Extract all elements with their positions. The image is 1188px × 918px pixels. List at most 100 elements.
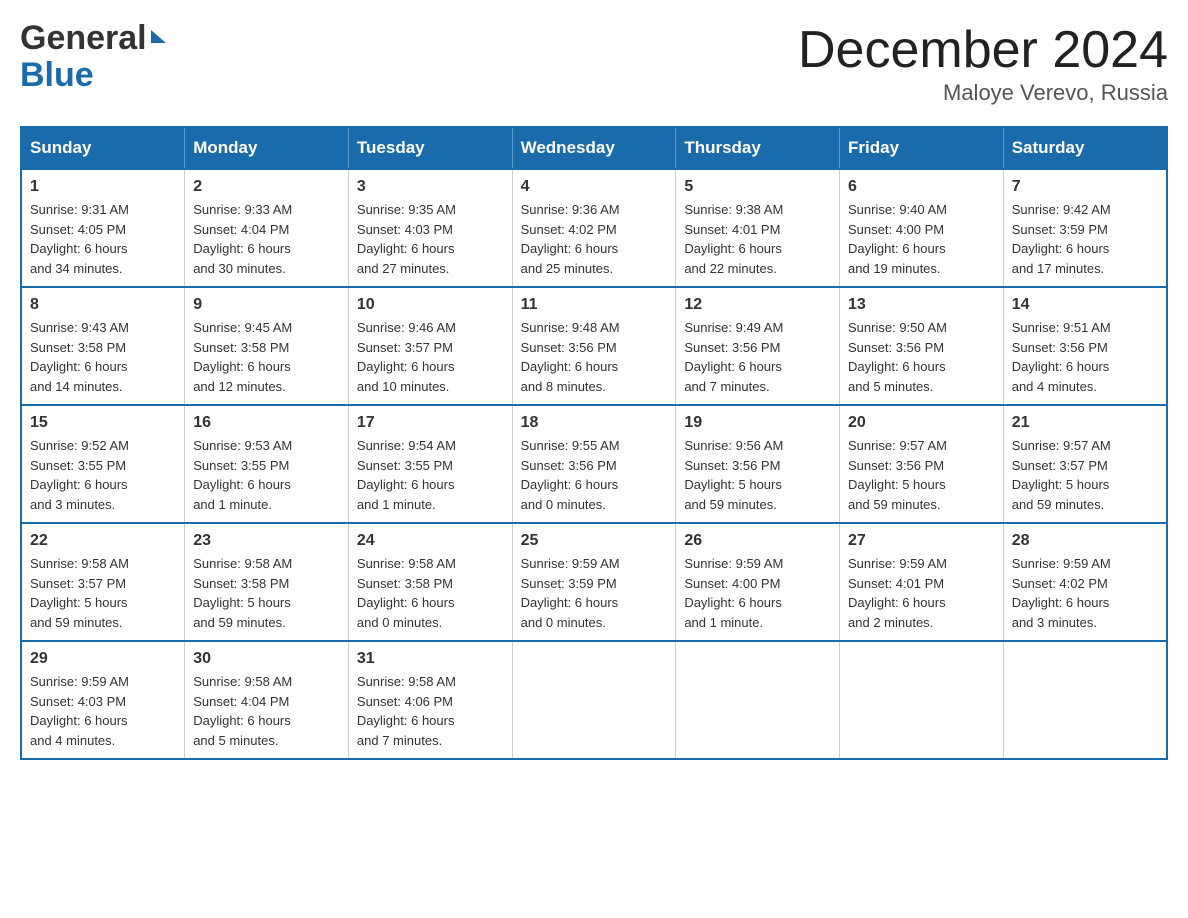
calendar-cell: 6 Sunrise: 9:40 AMSunset: 4:00 PMDayligh… <box>840 169 1004 287</box>
calendar-cell: 5 Sunrise: 9:38 AMSunset: 4:01 PMDayligh… <box>676 169 840 287</box>
day-info: Sunrise: 9:57 AMSunset: 3:56 PMDaylight:… <box>848 436 995 514</box>
calendar-cell <box>512 641 676 759</box>
calendar-cell: 30 Sunrise: 9:58 AMSunset: 4:04 PMDaylig… <box>185 641 349 759</box>
calendar-week-4: 22 Sunrise: 9:58 AMSunset: 3:57 PMDaylig… <box>21 523 1167 641</box>
day-number: 26 <box>684 532 831 550</box>
calendar-cell: 2 Sunrise: 9:33 AMSunset: 4:04 PMDayligh… <box>185 169 349 287</box>
calendar-cell: 7 Sunrise: 9:42 AMSunset: 3:59 PMDayligh… <box>1003 169 1167 287</box>
calendar-week-5: 29 Sunrise: 9:59 AMSunset: 4:03 PMDaylig… <box>21 641 1167 759</box>
day-number: 16 <box>193 414 340 432</box>
col-header-thursday: Thursday <box>676 127 840 169</box>
day-info: Sunrise: 9:45 AMSunset: 3:58 PMDaylight:… <box>193 318 340 396</box>
calendar-cell: 17 Sunrise: 9:54 AMSunset: 3:55 PMDaylig… <box>348 405 512 523</box>
day-info: Sunrise: 9:33 AMSunset: 4:04 PMDaylight:… <box>193 200 340 278</box>
day-number: 27 <box>848 532 995 550</box>
day-number: 31 <box>357 650 504 668</box>
day-number: 9 <box>193 296 340 314</box>
day-info: Sunrise: 9:57 AMSunset: 3:57 PMDaylight:… <box>1012 436 1158 514</box>
location: Maloye Verevo, Russia <box>798 80 1168 106</box>
calendar-cell: 10 Sunrise: 9:46 AMSunset: 3:57 PMDaylig… <box>348 287 512 405</box>
col-header-wednesday: Wednesday <box>512 127 676 169</box>
calendar-cell: 18 Sunrise: 9:55 AMSunset: 3:56 PMDaylig… <box>512 405 676 523</box>
day-info: Sunrise: 9:58 AMSunset: 3:58 PMDaylight:… <box>193 554 340 632</box>
calendar-cell: 1 Sunrise: 9:31 AMSunset: 4:05 PMDayligh… <box>21 169 185 287</box>
day-info: Sunrise: 9:46 AMSunset: 3:57 PMDaylight:… <box>357 318 504 396</box>
day-number: 18 <box>521 414 668 432</box>
day-info: Sunrise: 9:43 AMSunset: 3:58 PMDaylight:… <box>30 318 176 396</box>
calendar-cell: 24 Sunrise: 9:58 AMSunset: 3:58 PMDaylig… <box>348 523 512 641</box>
calendar-cell: 29 Sunrise: 9:59 AMSunset: 4:03 PMDaylig… <box>21 641 185 759</box>
calendar-cell: 21 Sunrise: 9:57 AMSunset: 3:57 PMDaylig… <box>1003 405 1167 523</box>
calendar-cell: 8 Sunrise: 9:43 AMSunset: 3:58 PMDayligh… <box>21 287 185 405</box>
day-info: Sunrise: 9:59 AMSunset: 4:00 PMDaylight:… <box>684 554 831 632</box>
day-number: 5 <box>684 178 831 196</box>
col-header-tuesday: Tuesday <box>348 127 512 169</box>
day-number: 28 <box>1012 532 1158 550</box>
day-number: 2 <box>193 178 340 196</box>
day-info: Sunrise: 9:59 AMSunset: 4:01 PMDaylight:… <box>848 554 995 632</box>
day-number: 15 <box>30 414 176 432</box>
day-number: 10 <box>357 296 504 314</box>
calendar-cell: 9 Sunrise: 9:45 AMSunset: 3:58 PMDayligh… <box>185 287 349 405</box>
calendar-week-3: 15 Sunrise: 9:52 AMSunset: 3:55 PMDaylig… <box>21 405 1167 523</box>
day-info: Sunrise: 9:36 AMSunset: 4:02 PMDaylight:… <box>521 200 668 278</box>
day-info: Sunrise: 9:59 AMSunset: 4:03 PMDaylight:… <box>30 672 176 750</box>
day-info: Sunrise: 9:54 AMSunset: 3:55 PMDaylight:… <box>357 436 504 514</box>
calendar-cell: 26 Sunrise: 9:59 AMSunset: 4:00 PMDaylig… <box>676 523 840 641</box>
title-area: December 2024 Maloye Verevo, Russia <box>798 20 1168 106</box>
day-number: 22 <box>30 532 176 550</box>
day-number: 25 <box>521 532 668 550</box>
day-info: Sunrise: 9:51 AMSunset: 3:56 PMDaylight:… <box>1012 318 1158 396</box>
day-info: Sunrise: 9:42 AMSunset: 3:59 PMDaylight:… <box>1012 200 1158 278</box>
day-info: Sunrise: 9:52 AMSunset: 3:55 PMDaylight:… <box>30 436 176 514</box>
day-number: 20 <box>848 414 995 432</box>
calendar-week-1: 1 Sunrise: 9:31 AMSunset: 4:05 PMDayligh… <box>21 169 1167 287</box>
calendar-cell: 11 Sunrise: 9:48 AMSunset: 3:56 PMDaylig… <box>512 287 676 405</box>
day-number: 7 <box>1012 178 1158 196</box>
day-number: 6 <box>848 178 995 196</box>
day-info: Sunrise: 9:50 AMSunset: 3:56 PMDaylight:… <box>848 318 995 396</box>
calendar-body: 1 Sunrise: 9:31 AMSunset: 4:05 PMDayligh… <box>21 169 1167 759</box>
col-header-monday: Monday <box>185 127 349 169</box>
calendar-cell: 14 Sunrise: 9:51 AMSunset: 3:56 PMDaylig… <box>1003 287 1167 405</box>
day-number: 8 <box>30 296 176 314</box>
calendar-cell: 20 Sunrise: 9:57 AMSunset: 3:56 PMDaylig… <box>840 405 1004 523</box>
calendar-cell: 22 Sunrise: 9:58 AMSunset: 3:57 PMDaylig… <box>21 523 185 641</box>
calendar-table: SundayMondayTuesdayWednesdayThursdayFrid… <box>20 126 1168 760</box>
day-info: Sunrise: 9:40 AMSunset: 4:00 PMDaylight:… <box>848 200 995 278</box>
calendar-cell: 12 Sunrise: 9:49 AMSunset: 3:56 PMDaylig… <box>676 287 840 405</box>
day-number: 19 <box>684 414 831 432</box>
calendar-cell: 15 Sunrise: 9:52 AMSunset: 3:55 PMDaylig… <box>21 405 185 523</box>
day-info: Sunrise: 9:31 AMSunset: 4:05 PMDaylight:… <box>30 200 176 278</box>
calendar-cell: 4 Sunrise: 9:36 AMSunset: 4:02 PMDayligh… <box>512 169 676 287</box>
month-title: December 2024 <box>798 20 1168 80</box>
col-header-sunday: Sunday <box>21 127 185 169</box>
day-info: Sunrise: 9:58 AMSunset: 4:06 PMDaylight:… <box>357 672 504 750</box>
day-number: 21 <box>1012 414 1158 432</box>
day-number: 24 <box>357 532 504 550</box>
page-header: General Blue December 2024 Maloye Verevo… <box>20 20 1168 106</box>
day-info: Sunrise: 9:53 AMSunset: 3:55 PMDaylight:… <box>193 436 340 514</box>
calendar-cell: 31 Sunrise: 9:58 AMSunset: 4:06 PMDaylig… <box>348 641 512 759</box>
day-number: 29 <box>30 650 176 668</box>
col-header-saturday: Saturday <box>1003 127 1167 169</box>
day-info: Sunrise: 9:55 AMSunset: 3:56 PMDaylight:… <box>521 436 668 514</box>
day-number: 14 <box>1012 296 1158 314</box>
day-number: 17 <box>357 414 504 432</box>
col-header-friday: Friday <box>840 127 1004 169</box>
day-info: Sunrise: 9:49 AMSunset: 3:56 PMDaylight:… <box>684 318 831 396</box>
calendar-cell: 25 Sunrise: 9:59 AMSunset: 3:59 PMDaylig… <box>512 523 676 641</box>
day-number: 13 <box>848 296 995 314</box>
day-number: 30 <box>193 650 340 668</box>
calendar-cell: 27 Sunrise: 9:59 AMSunset: 4:01 PMDaylig… <box>840 523 1004 641</box>
day-number: 3 <box>357 178 504 196</box>
logo-line1: General <box>20 20 166 57</box>
calendar-cell <box>840 641 1004 759</box>
day-info: Sunrise: 9:59 AMSunset: 4:02 PMDaylight:… <box>1012 554 1158 632</box>
day-info: Sunrise: 9:38 AMSunset: 4:01 PMDaylight:… <box>684 200 831 278</box>
calendar-week-2: 8 Sunrise: 9:43 AMSunset: 3:58 PMDayligh… <box>21 287 1167 405</box>
day-info: Sunrise: 9:58 AMSunset: 3:58 PMDaylight:… <box>357 554 504 632</box>
day-info: Sunrise: 9:58 AMSunset: 4:04 PMDaylight:… <box>193 672 340 750</box>
day-number: 1 <box>30 178 176 196</box>
day-number: 12 <box>684 296 831 314</box>
